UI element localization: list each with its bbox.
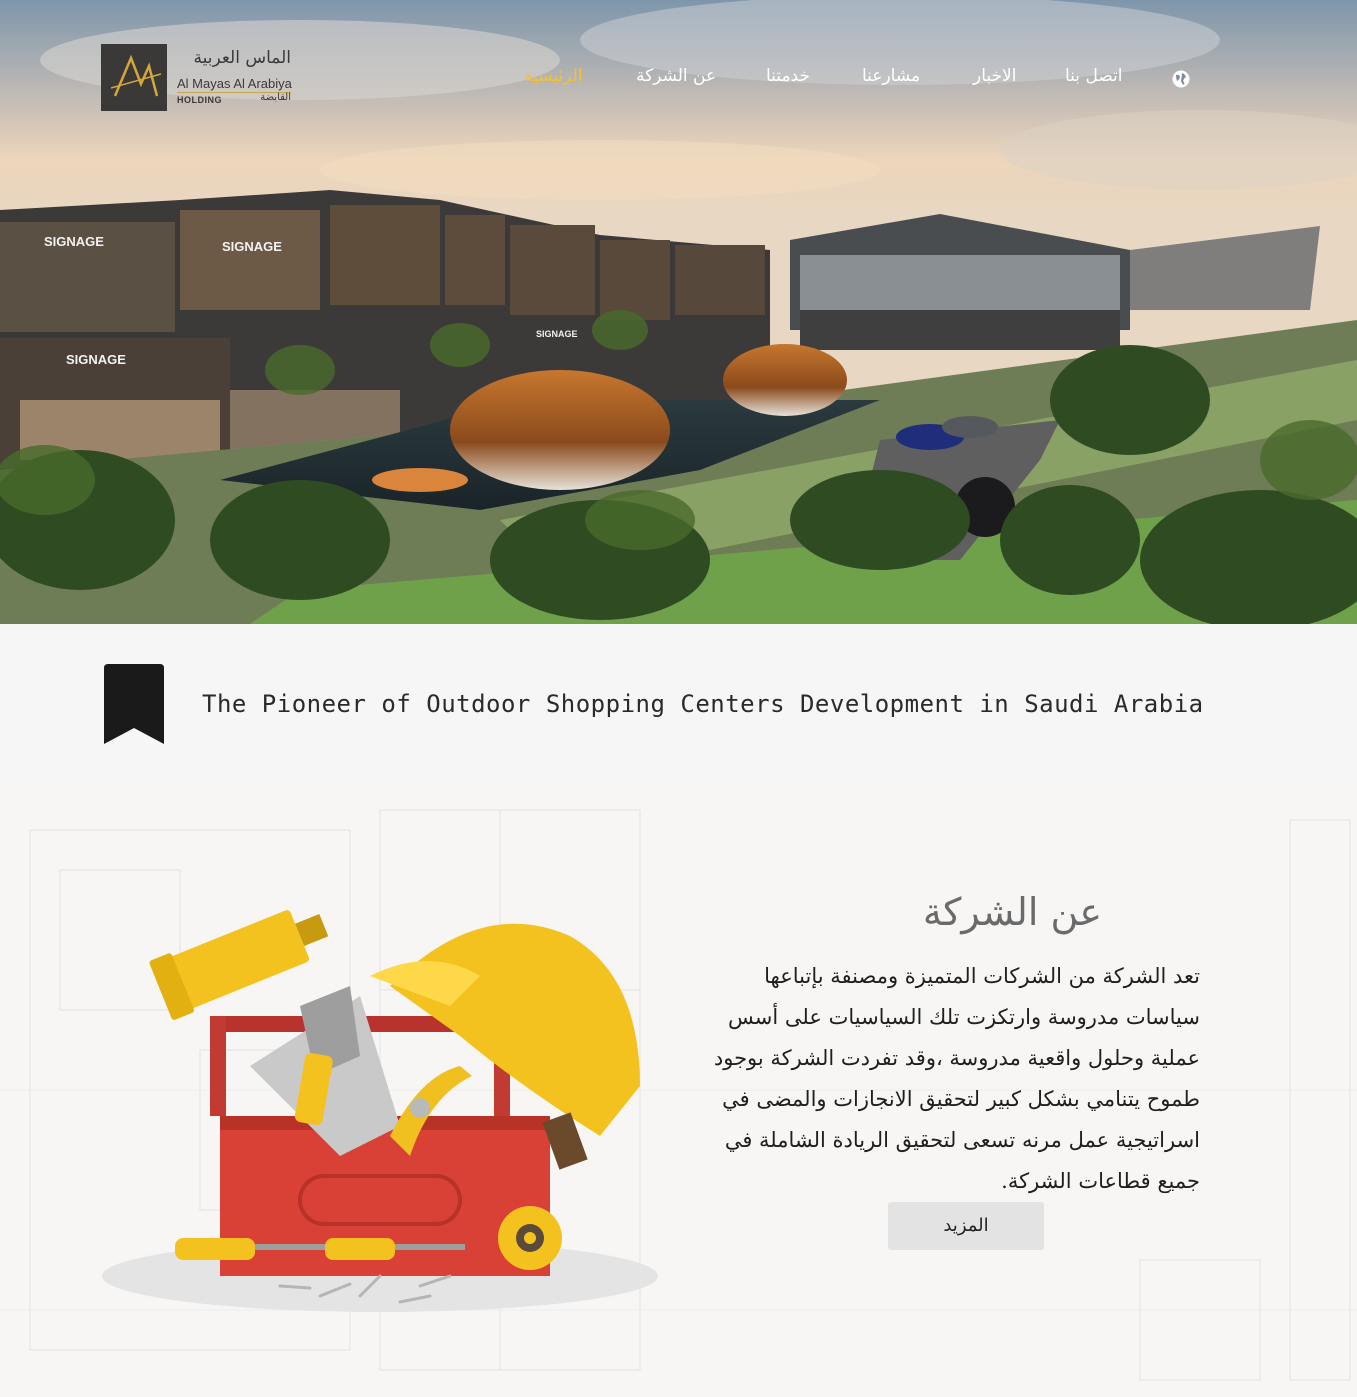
signage-text: SIGNAGE [222, 239, 282, 254]
about-title: عن الشركة [922, 890, 1103, 934]
nav-item-home[interactable]: الرئيسية [524, 66, 583, 86]
main-navigation: الرئيسية عن الشركة خدمتنا مشارعنا الاخبا… [0, 66, 1357, 96]
signage-text: SIGNAGE [44, 234, 104, 249]
nav-item-projects[interactable]: مشارعنا [862, 66, 920, 86]
hero-banner: SIGNAGE SIGNAGE SIGNAGE SIGNAGE الماس ال… [0, 0, 1357, 624]
bookmark-icon [104, 664, 164, 744]
more-button[interactable]: المزيد [888, 1202, 1044, 1250]
nav-item-about[interactable]: عن الشركة [636, 66, 716, 86]
tagline-band: The Pioneer of Outdoor Shopping Centers … [0, 624, 1357, 790]
toolbox-illustration [102, 910, 658, 1312]
tagline-text: The Pioneer of Outdoor Shopping Centers … [202, 690, 1204, 718]
globe-icon[interactable] [1171, 69, 1191, 89]
nav-item-contact[interactable]: اتصل بنا [1065, 66, 1123, 86]
about-section: عن الشركة تعد الشركة من الشركات المتميزة… [0, 790, 1357, 1397]
signage-text: SIGNAGE [66, 352, 126, 367]
about-body: تعد الشركة من الشركات المتميزة ومصنفة بإ… [713, 964, 1200, 1193]
nav-item-news[interactable]: الاخبار [973, 66, 1016, 86]
nav-item-services[interactable]: خدمتنا [766, 66, 810, 86]
signage-text: SIGNAGE [536, 329, 578, 339]
logo-arabic-name: الماس العربية [193, 48, 291, 68]
logo-holding-en: HOLDING [177, 95, 222, 105]
